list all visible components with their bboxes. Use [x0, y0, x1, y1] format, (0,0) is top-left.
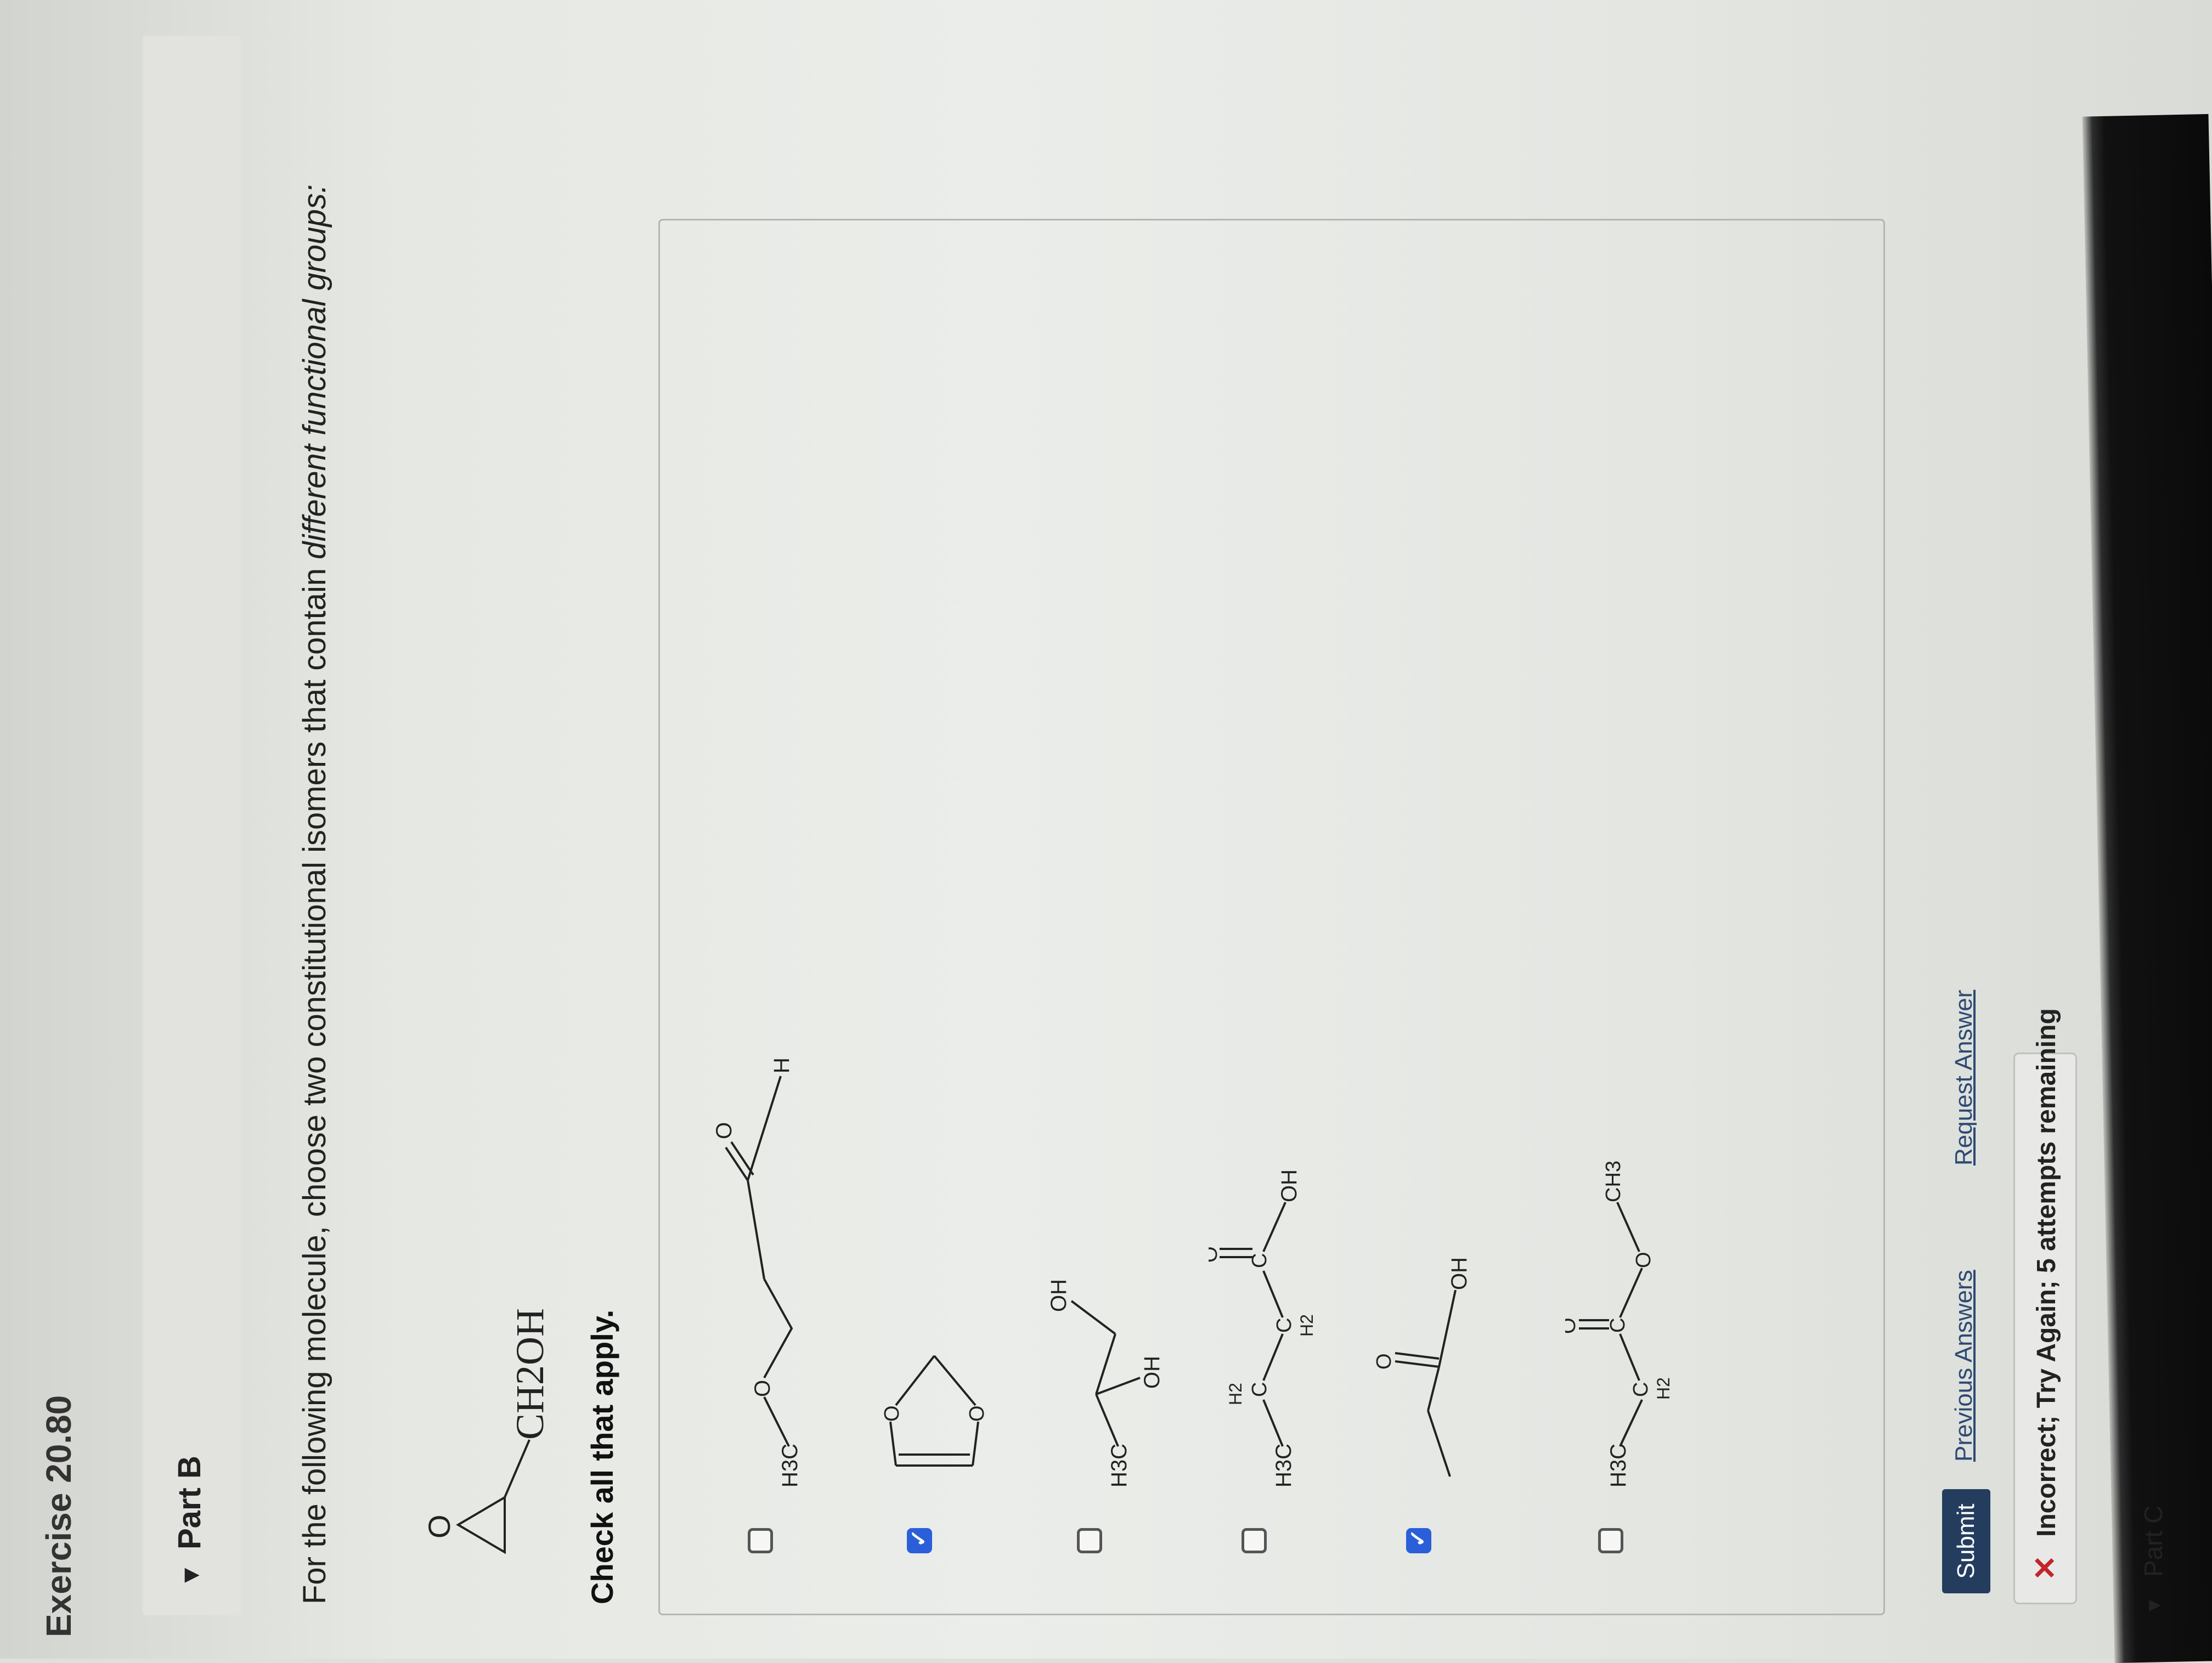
x-icon: ✕: [2028, 1555, 2062, 1581]
bond: [1262, 1270, 1284, 1318]
checkmark-icon: ✓: [907, 1529, 931, 1547]
bond: [972, 1421, 979, 1466]
option-1-checkbox[interactable]: [748, 1528, 773, 1553]
option-6-carbonyl-o: O: [1565, 1317, 1580, 1334]
exercise-page: Exercise 20.80 ▼ Part B For the followin…: [16, 25, 2168, 1637]
option-6-h3c: H3C: [1606, 1444, 1630, 1487]
part-c-label[interactable]: Part C: [2138, 1506, 2168, 1577]
option-6-c1: C: [1629, 1382, 1652, 1397]
option-4-c3: C: [1248, 1253, 1271, 1268]
part-b-header[interactable]: ▼ Part B: [143, 36, 241, 1615]
question-emphasis: different functional groups:: [297, 184, 332, 559]
bond: [895, 1355, 935, 1406]
option-3-h3c: H3C: [1107, 1444, 1131, 1487]
bond: [1619, 1268, 1643, 1318]
bond: [1427, 1410, 1451, 1477]
bond: [889, 1421, 897, 1466]
option-1-h: H: [770, 1057, 794, 1073]
option-4-h3c: H3C: [1272, 1444, 1296, 1487]
expand-triangle-icon[interactable]: ▼: [2142, 1596, 2165, 1615]
bond: [747, 1076, 782, 1181]
option-6-ch3: CH3: [1602, 1161, 1625, 1202]
bond: [763, 1279, 793, 1378]
option-6-ester-o: O: [1632, 1252, 1655, 1268]
feedback-box: ✕ Incorrect; Try Again; 5 attempts remai…: [2013, 1008, 2077, 1604]
option-1-carbonyl-o: O: [715, 1122, 736, 1139]
option-6-h2: H2: [1654, 1377, 1673, 1400]
bond: [1095, 1333, 1116, 1395]
option-1[interactable]: H3C O O H: [715, 237, 825, 1553]
bond: [763, 1396, 790, 1447]
option-2-checkbox[interactable]: ✓: [907, 1528, 932, 1553]
option-6-structure: H3C C H2 C O O CH3: [1565, 1161, 1673, 1487]
bond: [1070, 1300, 1116, 1335]
option-4-c1: C: [1248, 1382, 1271, 1397]
bond: [1262, 1333, 1284, 1381]
previous-answers-link[interactable]: Previous Answers: [1950, 1270, 1978, 1462]
option-3[interactable]: H3C OH OH: [1044, 237, 1164, 1553]
bond: [1619, 1399, 1643, 1447]
options-box: H3C O O H ✓ O O: [658, 219, 1885, 1615]
part-b-label: Part B: [172, 1456, 207, 1549]
option-1-h3c: H3C: [778, 1444, 802, 1487]
question-text: For the following molecule, choose two c…: [296, 184, 333, 1604]
option-4-checkbox[interactable]: [1242, 1528, 1267, 1553]
bond: [725, 1146, 749, 1181]
option-2[interactable]: ✓ O O: [874, 237, 989, 1553]
feedback-text: Incorrect; Try Again; 5 attempts remaini…: [2032, 1008, 2061, 1537]
option-4-structure: H3C H2 C C H2 C O OH: [1209, 1169, 1317, 1487]
check-all-instruction: Check all that apply.: [585, 1309, 619, 1604]
bond: [1262, 1399, 1284, 1447]
option-1-o: O: [751, 1380, 775, 1397]
given-ch2oh-label: CH2OH: [508, 1308, 552, 1440]
option-4[interactable]: H3C H2 C C H2 C O OH: [1209, 237, 1318, 1553]
bond: [1616, 1202, 1640, 1252]
bond: [933, 1355, 977, 1406]
bond-to-ch2oh: [504, 1439, 531, 1498]
option-3-structure: H3C OH OH: [1047, 1279, 1164, 1487]
bond: [747, 1180, 765, 1280]
option-6-checkbox[interactable]: [1598, 1528, 1623, 1553]
option-4-c2: C: [1273, 1318, 1296, 1333]
option-3-oh-upper: OH: [1047, 1279, 1071, 1312]
option-2-o1: O: [881, 1405, 904, 1422]
epoxide-ring: [456, 1495, 506, 1554]
option-4-h2-a: H2: [1226, 1383, 1245, 1405]
option-4-o: O: [1209, 1246, 1222, 1263]
option-2-o2: O: [966, 1405, 989, 1422]
bond: [1438, 1289, 1457, 1367]
option-5-checkbox[interactable]: ✓: [1406, 1528, 1431, 1553]
bond: [1096, 1377, 1141, 1395]
option-5-o: O: [1373, 1353, 1396, 1370]
bond: [1262, 1202, 1286, 1252]
option-2-structure: O O: [881, 1355, 989, 1467]
exercise-title: Exercise 20.80: [39, 1395, 78, 1637]
bond: [1619, 1333, 1640, 1381]
question-plain: For the following molecule, choose two c…: [297, 559, 332, 1604]
option-6-c2: C: [1606, 1318, 1629, 1333]
checkmark-icon: ✓: [1406, 1529, 1430, 1547]
submit-button[interactable]: Submit: [1942, 1489, 1990, 1593]
option-4-h2-b: H2: [1297, 1314, 1317, 1337]
option-3-oh-lower: OH: [1140, 1356, 1164, 1389]
option-3-checkbox[interactable]: [1077, 1528, 1102, 1553]
option-1-structure: H3C O O H: [715, 1057, 802, 1487]
given-epoxide-o: O: [422, 1514, 456, 1538]
bond: [1427, 1366, 1440, 1411]
option-6[interactable]: H3C C H2 C O O CH3: [1565, 237, 1675, 1553]
option-4-oh: OH: [1277, 1169, 1301, 1202]
bond: [1095, 1394, 1119, 1447]
option-5[interactable]: ✓ O OH: [1373, 237, 1483, 1553]
option-5-structure: O OH: [1373, 1257, 1471, 1477]
bond: [1395, 1360, 1440, 1368]
request-answer-link[interactable]: Request Answer: [1950, 990, 1978, 1166]
option-5-oh: OH: [1447, 1257, 1471, 1290]
bond: [1395, 1352, 1440, 1360]
collapse-triangle-icon: ▼: [176, 1563, 205, 1588]
